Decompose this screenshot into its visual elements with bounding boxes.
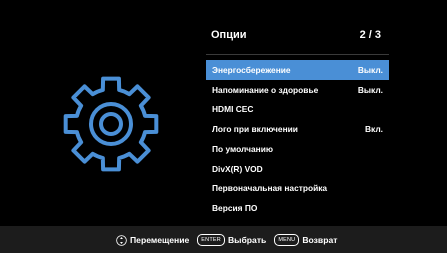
hint-select: ENTER Выбрать <box>197 234 266 246</box>
menu-item-label: HDMI CEC <box>212 104 254 115</box>
tv-screen: Опции 2 / 3 Энергосбережение Выкл. Напом… <box>0 0 447 253</box>
enter-key-badge: ENTER <box>197 234 225 246</box>
hint-select-label: Выбрать <box>227 235 267 245</box>
menu-item-label: Лого при включении <box>212 124 298 135</box>
menu-item-health-reminder[interactable]: Напоминание о здоровье Выкл. <box>206 80 389 100</box>
menu-item-value: Вкл. <box>365 124 383 135</box>
menu-title: Опции <box>211 29 247 41</box>
menu-item-hdmi-cec[interactable]: HDMI CEC <box>206 99 389 119</box>
menu-item-reset-default[interactable]: По умолчанию <box>206 139 389 159</box>
menu-item-value: Выкл. <box>357 65 383 75</box>
navigate-arrows-icon <box>116 234 127 246</box>
menu-list: Энергосбережение Выкл. Напоминание о здо… <box>206 60 389 218</box>
menu-item-energy-saving[interactable]: Энергосбережение Выкл. <box>206 60 389 80</box>
menu-item-first-setup[interactable]: Первоначальная настройка <box>206 178 389 198</box>
menu-item-value: Выкл. <box>357 84 383 95</box>
menu-item-label: Версия ПО <box>212 202 258 213</box>
menu-item-label: Энергосбережение <box>212 65 291 75</box>
hint-move-label: Перемещение <box>130 235 190 245</box>
options-menu: Опции 2 / 3 Энергосбережение Выкл. Напом… <box>206 14 389 226</box>
hint-back-label: Возврат <box>302 235 338 245</box>
menu-page-indicator: 2 / 3 <box>359 29 381 41</box>
menu-item-boot-logo[interactable]: Лого при включении Вкл. <box>206 119 389 139</box>
menu-header: Опции 2 / 3 <box>206 14 389 55</box>
main-area: Опции 2 / 3 Энергосбережение Выкл. Напом… <box>0 0 447 226</box>
menu-item-label: Напоминание о здоровье <box>212 84 319 95</box>
footer-hint-bar: Перемещение ENTER Выбрать MENU Возврат <box>0 226 447 253</box>
gear-icon <box>63 76 159 172</box>
footer-hints: Перемещение ENTER Выбрать MENU Возврат <box>116 233 345 247</box>
hint-move: Перемещение <box>116 234 190 246</box>
hint-back: MENU Возврат <box>274 234 337 246</box>
menu-key-badge: MENU <box>274 234 300 246</box>
menu-item-software-version[interactable]: Версия ПО <box>206 198 389 218</box>
menu-item-label: Первоначальная настройка <box>212 183 328 194</box>
menu-item-label: DivX(R) VOD <box>212 163 263 174</box>
menu-item-label: По умолчанию <box>212 143 273 154</box>
menu-item-divx-vod[interactable]: DivX(R) VOD <box>206 159 389 179</box>
